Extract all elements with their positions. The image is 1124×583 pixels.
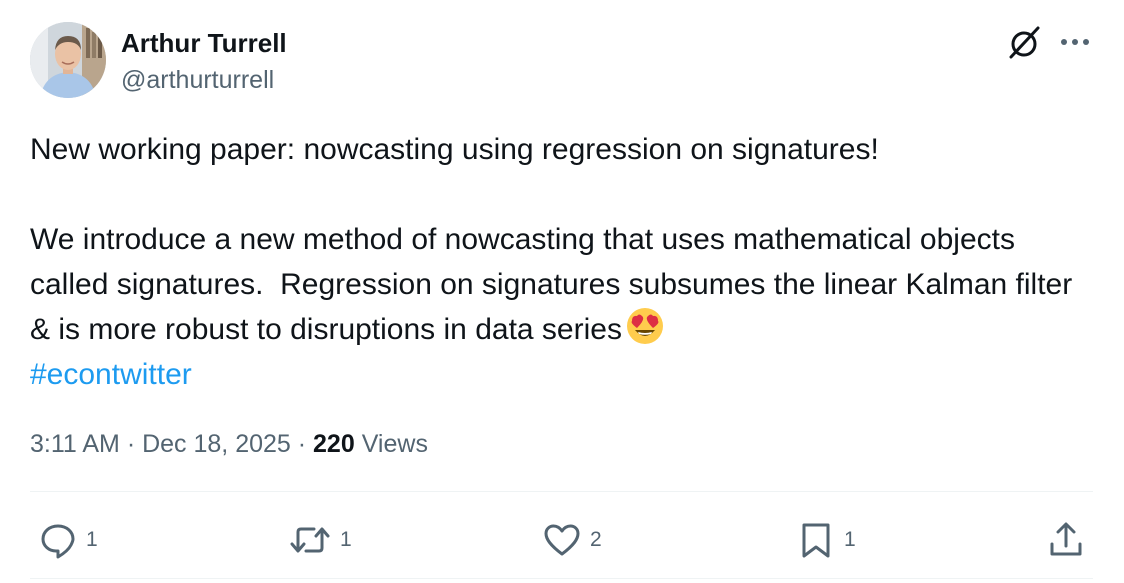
smiling-face-with-heart-eyes-icon (626, 307, 664, 345)
grok-icon[interactable] (1005, 22, 1045, 67)
like-button[interactable]: 2 (542, 516, 602, 564)
meta-separator: · (119, 430, 143, 458)
more-icon[interactable] (1058, 22, 1092, 67)
share-button[interactable] (1046, 516, 1086, 564)
retweet-count: 1 (340, 528, 352, 551)
reply-icon (41, 524, 75, 559)
hashtag-link[interactable]: #econtwitter (30, 358, 192, 391)
share-icon (1050, 522, 1082, 556)
bookmark-button[interactable]: 1 (796, 516, 856, 564)
reply-button[interactable]: 1 (38, 516, 98, 564)
tweet-line-1: New working paper: nowcasting using regr… (30, 133, 879, 166)
bookmark-count: 1 (844, 528, 856, 551)
avatar[interactable] (30, 22, 106, 98)
divider (30, 491, 1093, 492)
like-count: 2 (590, 528, 602, 551)
action-bar: 1 1 2 1 (0, 516, 1124, 564)
views-count: 220 (313, 430, 355, 458)
tweet-line-2: We introduce a new method of nowcasting … (30, 223, 1081, 346)
tweet-text: New working paper: nowcasting using regr… (30, 127, 1100, 397)
reply-count: 1 (86, 528, 98, 551)
avatar-photo (30, 22, 106, 98)
bookmark-icon (802, 523, 830, 558)
tweet-date[interactable]: Dec 18, 2025 (142, 430, 291, 458)
tweet-card: Arthur Turrell @arthurturrell New workin… (0, 0, 1124, 583)
author-handle[interactable]: @arthurturrell (121, 65, 274, 95)
like-icon (544, 524, 580, 556)
tweet-meta: 3:11 AM · Dec 18, 2025 · 220 Views (30, 427, 428, 461)
divider (30, 578, 1093, 579)
retweet-icon (290, 527, 330, 553)
tweet-paragraph-2: We introduce a new method of nowcasting … (30, 217, 1100, 352)
retweet-button[interactable]: 1 (288, 516, 352, 564)
meta-separator: · (290, 430, 314, 458)
tweet-time[interactable]: 3:11 AM (30, 430, 120, 458)
views-label: Views (361, 430, 428, 458)
author-name[interactable]: Arthur Turrell (121, 28, 287, 58)
